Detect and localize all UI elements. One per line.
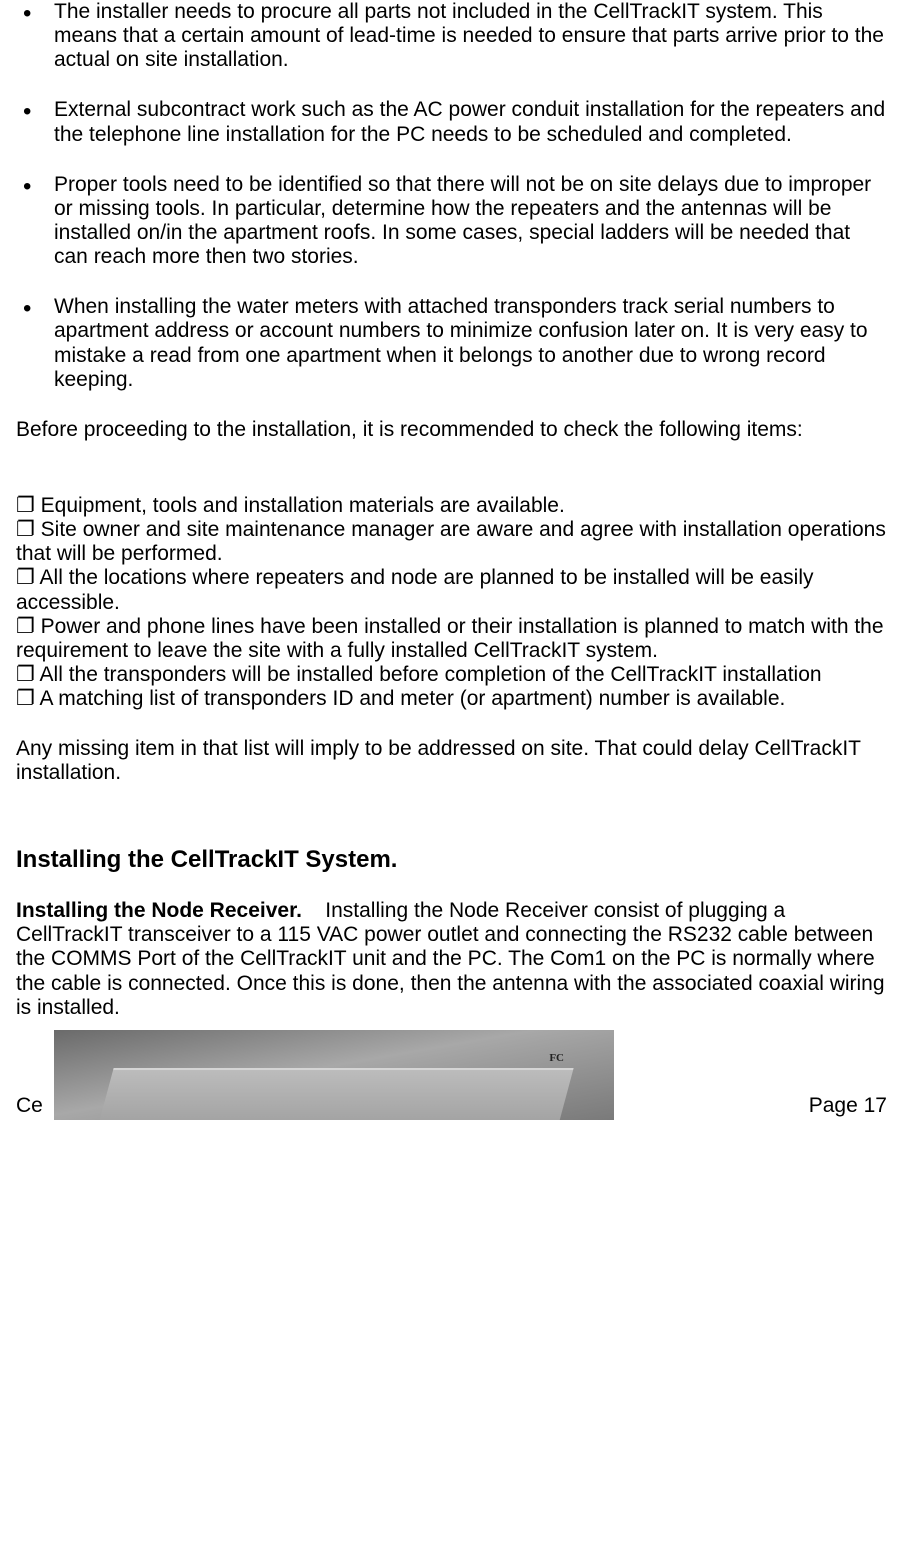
checklist-item: ❐ Equipment, tools and installation mate… (16, 494, 887, 518)
footer-left: Ce (16, 1094, 43, 1118)
checkbox-icon: ❐ (16, 494, 35, 518)
page-footer: Ce Page 17 (16, 1074, 887, 1120)
checkbox-icon: ❐ (16, 615, 35, 639)
section-heading: Installing the CellTrackIT System. (16, 846, 887, 874)
checklist-text: Equipment, tools and installation materi… (41, 494, 565, 517)
node-receiver-paragraph: Installing the Node Receiver. Installing… (16, 899, 887, 1020)
bullet-item: The installer needs to procure all parts… (16, 0, 887, 72)
checkbox-icon: ❐ (16, 566, 35, 590)
fc-badge: FC (549, 1052, 564, 1065)
intro-paragraph: Before proceeding to the installation, i… (16, 418, 887, 442)
bullet-item: When installing the water meters with at… (16, 295, 887, 392)
checklist-text: A matching list of transponders ID and m… (40, 687, 786, 710)
checklist-text: All the locations where repeaters and no… (16, 566, 814, 613)
footer-page-number: Page 17 (809, 1094, 887, 1118)
checklist-text: Power and phone lines have been installe… (16, 615, 884, 662)
checkbox-icon: ❐ (16, 663, 35, 687)
checklist-item: ❐ A matching list of transponders ID and… (16, 687, 887, 711)
checkbox-icon: ❐ (16, 518, 35, 542)
node-receiver-heading: Installing the Node Receiver. (16, 899, 302, 922)
bullet-item: Proper tools need to be identified so th… (16, 173, 887, 270)
checklist-item: ❐ All the locations where repeaters and … (16, 566, 887, 614)
post-checklist-paragraph: Any missing item in that list will imply… (16, 737, 887, 785)
checklist-item: ❐ Site owner and site maintenance manage… (16, 518, 887, 566)
checklist-item: ❐ Power and phone lines have been instal… (16, 615, 887, 663)
checklist-text: All the transponders will be installed b… (40, 663, 822, 686)
bullet-item: External subcontract work such as the AC… (16, 98, 887, 146)
checkbox-icon: ❐ (16, 687, 35, 711)
bullet-list: The installer needs to procure all parts… (16, 0, 887, 392)
checklist-item: ❐ All the transponders will be installed… (16, 663, 887, 687)
checklist-text: Site owner and site maintenance manager … (16, 518, 886, 565)
